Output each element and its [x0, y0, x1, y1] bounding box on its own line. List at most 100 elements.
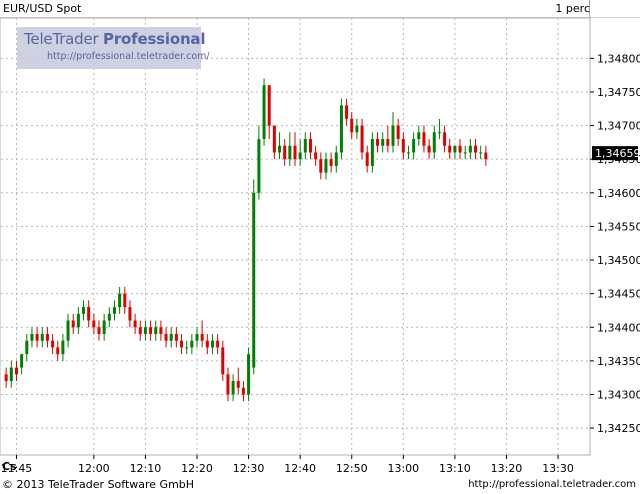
watermark-brand-bold: Professional: [103, 30, 206, 48]
x-axis: 11:45 12:00 12:10 12:20 12:30 12:40 12:50 13:00…: [1, 455, 574, 475]
watermark-logo: TeleTrader Professional http://professio…: [17, 27, 210, 69]
candle-body: [128, 307, 132, 321]
candle-body: [267, 85, 271, 126]
x-tick-label: 12:10: [130, 462, 162, 475]
candle-body: [20, 354, 24, 368]
candle-body: [35, 333, 39, 341]
candle-body: [350, 118, 354, 133]
x-tick-label: 12:50: [336, 462, 368, 475]
candle-body: [205, 340, 209, 348]
candle-body: [427, 145, 431, 153]
candle-body: [216, 340, 220, 348]
candle-body: [288, 145, 292, 160]
footer-url[interactable]: http://professional.teletrader.com: [468, 479, 636, 490]
candle-body: [334, 152, 338, 166]
candle-body: [355, 125, 359, 133]
candle-body: [76, 313, 80, 328]
candle-body: [360, 125, 364, 153]
candle-body: [303, 139, 307, 153]
candle-body: [376, 139, 380, 146]
watermark-brand-regular: TeleTrader: [24, 30, 104, 48]
candle-body: [149, 327, 153, 334]
x-tick-label: 12:00: [78, 462, 110, 475]
y-tick-label: 1,34750: [597, 86, 640, 99]
candle-body: [40, 333, 44, 341]
candle-body: [154, 327, 158, 334]
candle-body: [210, 340, 214, 348]
candle-body: [51, 340, 55, 348]
candle-body: [180, 340, 184, 348]
x-tick-label: 13:00: [387, 462, 419, 475]
candle-body: [118, 293, 122, 308]
candle-body: [92, 320, 96, 328]
candle-body: [231, 381, 235, 395]
candle: [262, 78, 266, 146]
candle-body: [45, 333, 49, 341]
x-tick-label: 13:30: [542, 462, 574, 475]
candle-body: [448, 145, 452, 153]
candle-body: [272, 125, 276, 153]
candle-body: [365, 152, 369, 166]
candle-body: [82, 307, 86, 314]
watermark-url: http://professional.teletrader.com/: [47, 51, 210, 62]
candle-body: [107, 313, 111, 321]
candle-body: [417, 132, 421, 140]
candle-body: [308, 139, 312, 153]
candle-body: [14, 367, 18, 375]
y-tick-label: 1,34550: [597, 220, 640, 233]
candle-body: [396, 125, 400, 140]
candle: [339, 98, 343, 160]
candle-body: [236, 381, 240, 388]
candle-body: [61, 340, 65, 355]
copyright-text: © 2013 TeleTrader Software GmbH: [2, 478, 195, 491]
candle-body: [298, 152, 302, 160]
candle-body: [9, 367, 13, 382]
x-tick-label: 13:20: [491, 462, 523, 475]
footer-bar: © 2013 TeleTrader Software GmbH http://p…: [0, 476, 640, 494]
candle-body: [252, 192, 256, 368]
candle-body: [319, 159, 323, 173]
candle: [247, 347, 251, 402]
x-tick-label: 13:10: [439, 462, 471, 475]
candle-body: [195, 333, 199, 341]
last-price-label: 1,34659: [595, 147, 640, 160]
candle-body: [56, 347, 60, 355]
candle-body: [241, 387, 245, 395]
candle-body: [474, 145, 478, 153]
candle-body: [164, 333, 168, 341]
candle-body: [468, 145, 472, 153]
plot-area: [0, 17, 591, 456]
candle-body: [112, 307, 116, 314]
candle-body: [339, 105, 343, 153]
candle-body: [437, 132, 441, 134]
candle-body: [87, 307, 91, 321]
watermark-brand: TeleTrader Professional: [24, 30, 205, 48]
candle-body: [174, 333, 178, 341]
candle-body: [4, 374, 8, 382]
y-axis: 1,348001,347501,347001,346501,346001,345…: [590, 52, 640, 435]
candle-body: [283, 145, 287, 160]
candle-body: [314, 152, 318, 160]
x-tick-label: 12:40: [284, 462, 316, 475]
candle-body: [401, 139, 405, 153]
candle-body: [479, 152, 483, 154]
candle-body: [381, 139, 385, 146]
candle-body: [484, 152, 488, 160]
candle-body: [123, 293, 127, 308]
y-tick-label: 1,34350: [597, 355, 640, 368]
candle-body: [293, 145, 297, 160]
candle-body: [443, 132, 447, 146]
y-tick-label: 1,34800: [597, 52, 640, 65]
candle-body: [66, 320, 70, 341]
candlestick-chart[interactable]: 1,348001,347501,347001,346501,346001,345…: [0, 0, 640, 476]
candle-body: [458, 145, 462, 153]
candle-body: [422, 132, 426, 146]
candle-body: [247, 354, 251, 395]
candle-body: [386, 139, 390, 146]
candle-body: [159, 327, 163, 334]
x-tick-label: 12:20: [181, 462, 213, 475]
candle: [252, 179, 256, 375]
candle-body: [97, 327, 101, 334]
candle-body: [169, 333, 173, 341]
candle-body: [370, 139, 374, 166]
